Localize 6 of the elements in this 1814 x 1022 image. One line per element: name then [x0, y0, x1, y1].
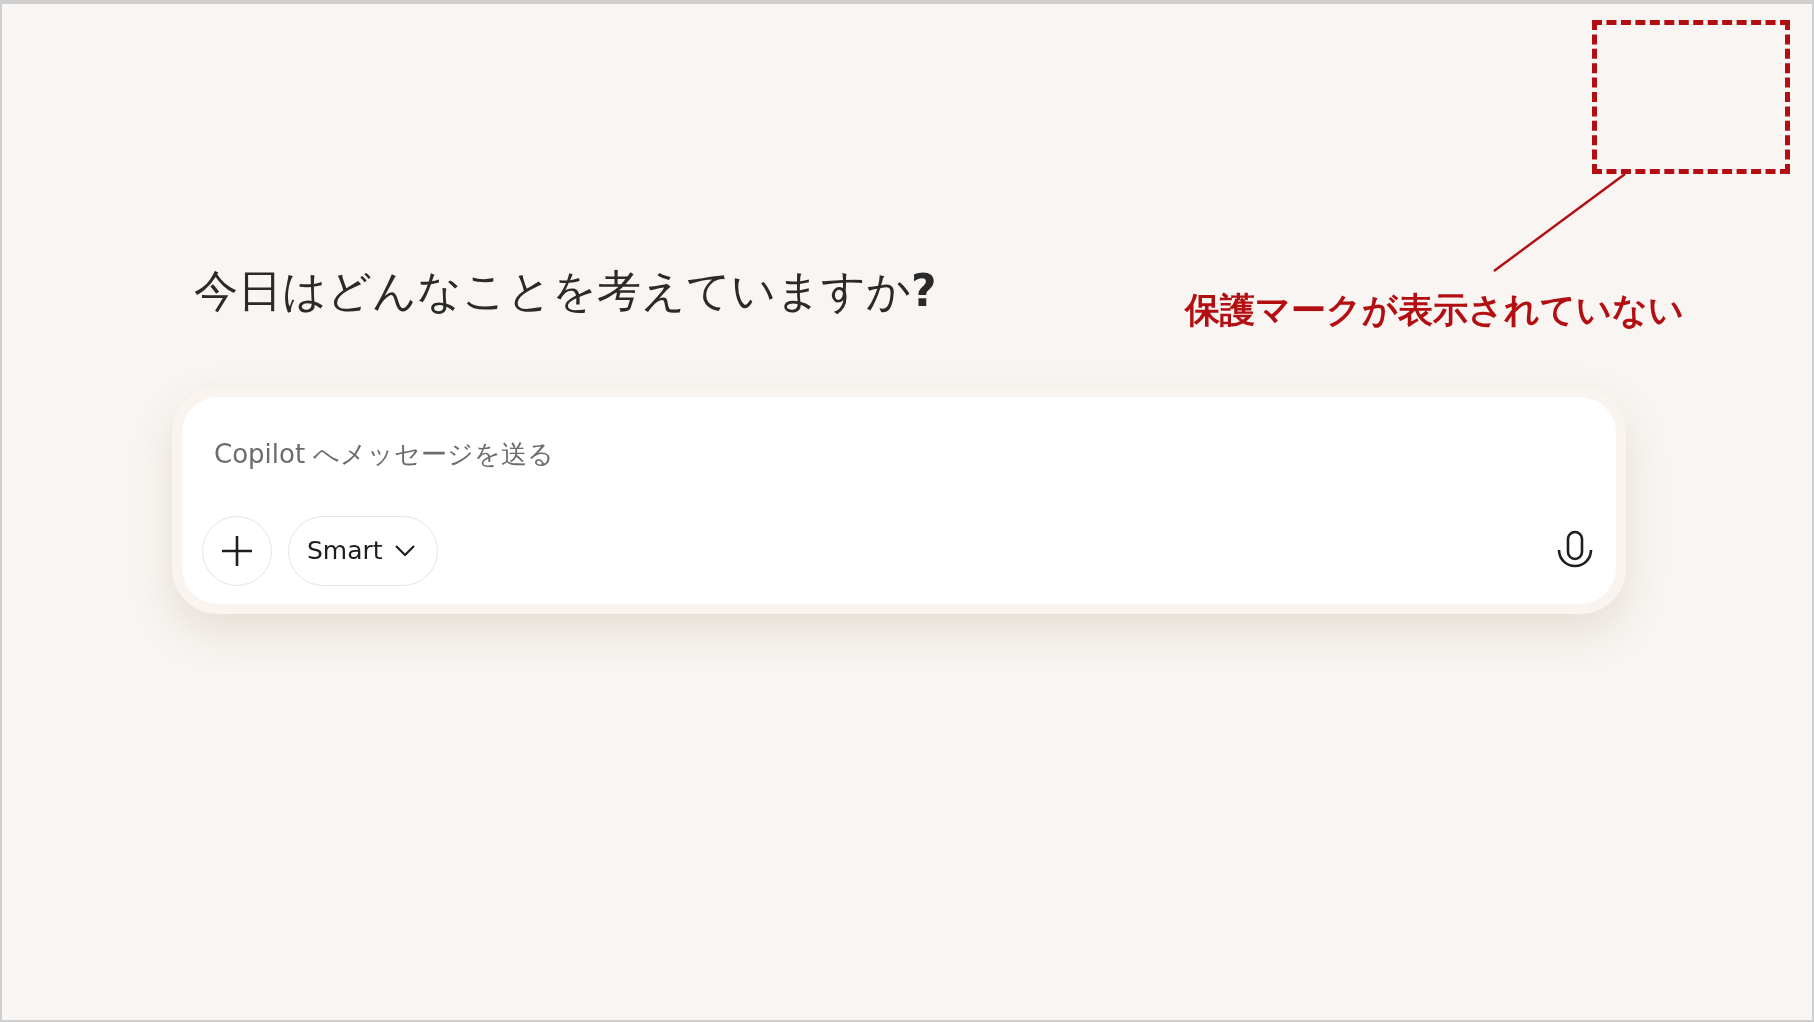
mode-dropdown[interactable]: Smart — [288, 516, 438, 587]
greeting-heading: 今日はどんなことを考えていますか? — [194, 264, 937, 318]
plus-icon — [220, 534, 254, 569]
message-input[interactable]: Copilot へメッセージを送る — [202, 435, 1600, 475]
annotation-text: 保護マークが表示されていない — [1185, 289, 1684, 332]
chevron-down-icon — [394, 545, 415, 558]
